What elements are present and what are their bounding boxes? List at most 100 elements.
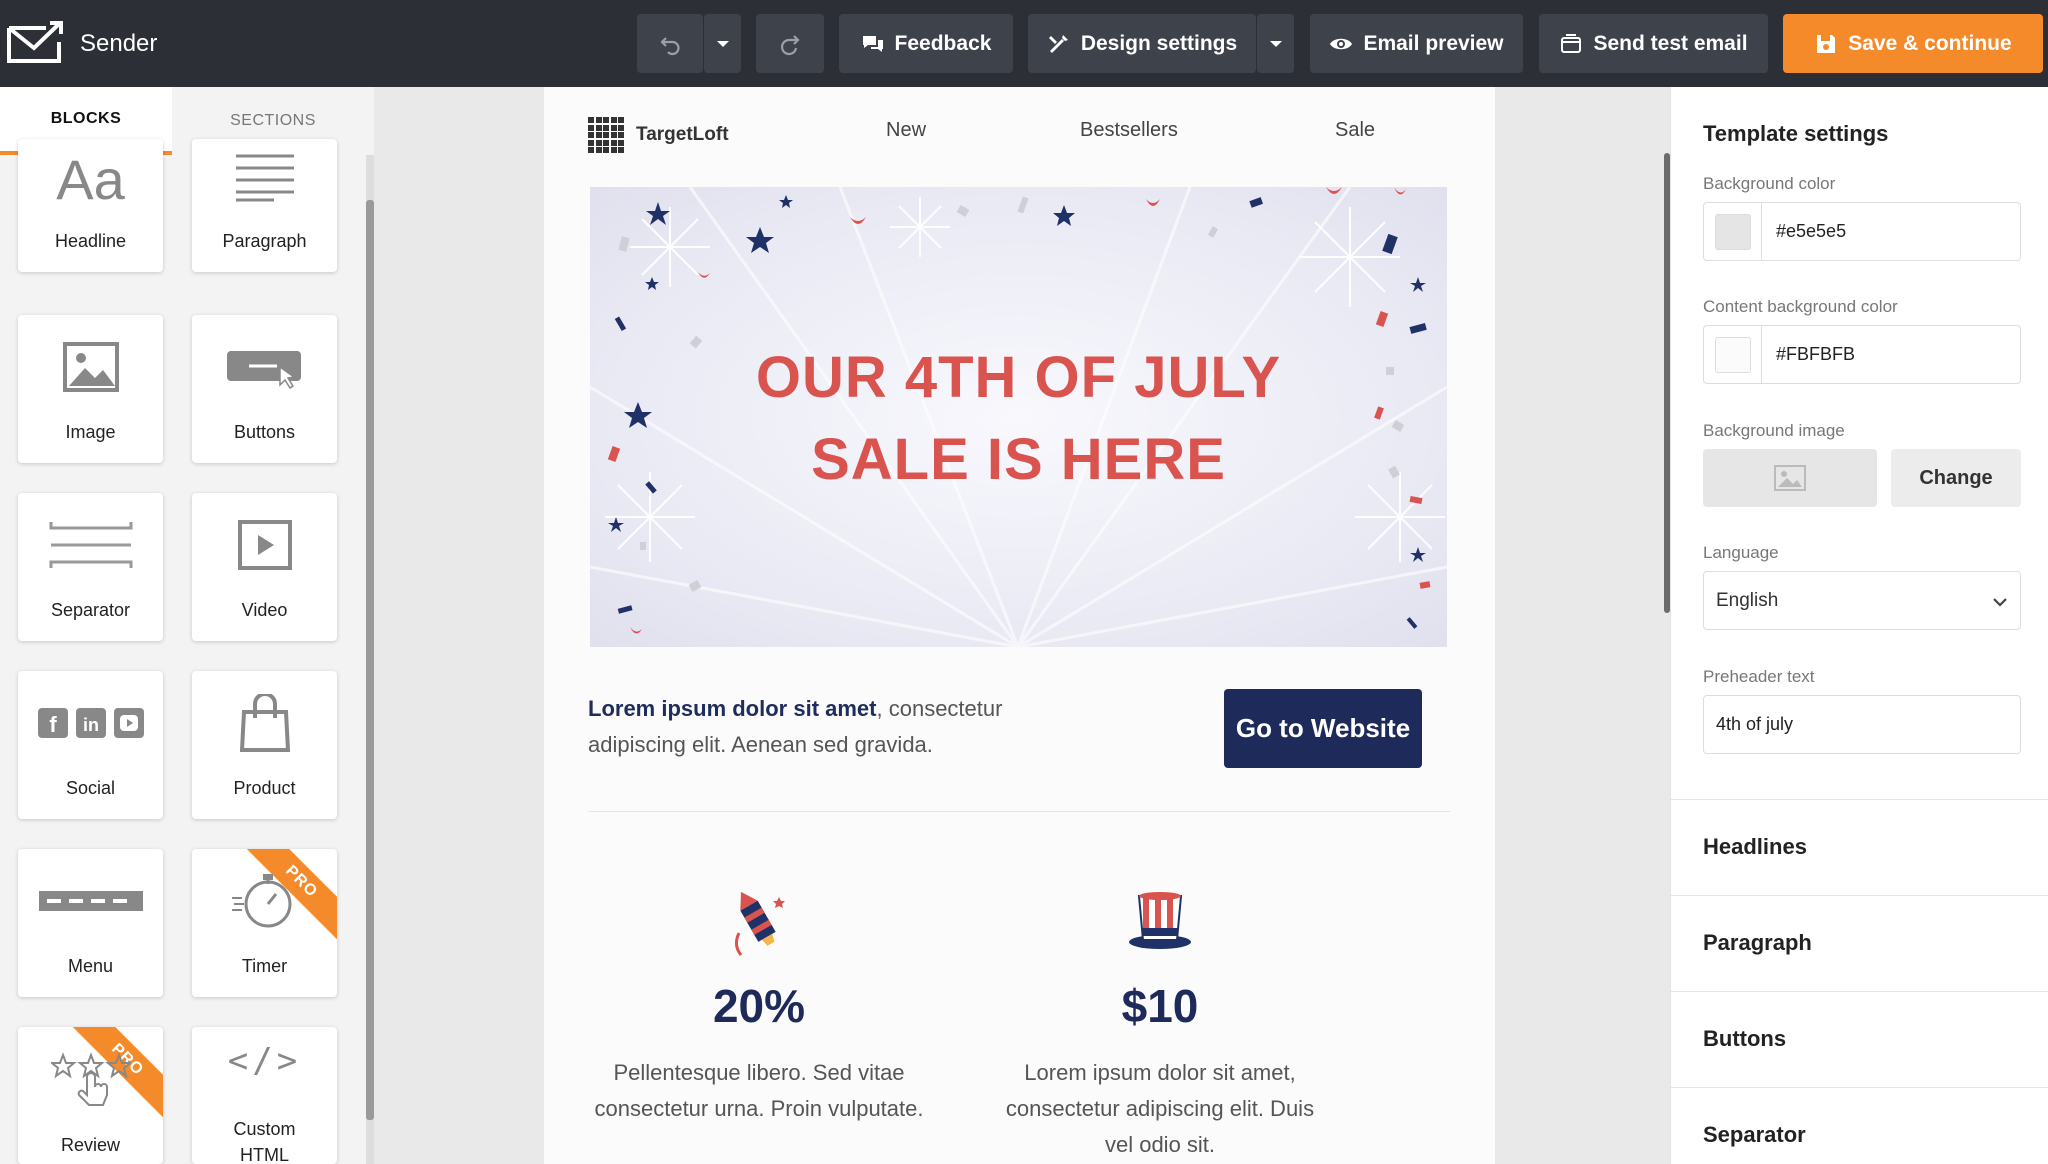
hero-banner[interactable]: OUR 4TH OF JULY SALE IS HERE (590, 187, 1447, 647)
content-bg-color-field[interactable]: #FBFBFB (1703, 325, 2021, 384)
go-to-website-button[interactable]: Go to Website (1224, 689, 1422, 768)
send-test-email-label: Send test email (1593, 31, 1748, 55)
email-template[interactable]: TargetLoft New Bestsellers Sale OUR 4TH … (544, 87, 1495, 1164)
grid-logo-icon (588, 117, 624, 153)
feedback-button[interactable]: Feedback (839, 14, 1013, 73)
change-background-image-button[interactable]: Change (1891, 449, 2021, 507)
background-image-placeholder[interactable] (1703, 449, 1877, 507)
template-settings-panel: Template settings Background color #e5e5… (1670, 87, 2048, 1164)
block-label: Image (65, 422, 116, 442)
block-social[interactable]: f in Social (18, 671, 163, 819)
undo-history-dropdown[interactable] (704, 14, 741, 73)
block-separator[interactable]: Separator (18, 493, 163, 641)
video-icon (192, 515, 337, 575)
redo-button[interactable] (756, 14, 824, 73)
block-timer[interactable]: PRO Timer (192, 849, 337, 997)
undo-icon (660, 36, 680, 55)
hero-title-line-1: OUR 4TH OF JULY (755, 345, 1282, 410)
section-separator[interactable]: Separator (1671, 1087, 2048, 1164)
stars-icon (18, 1049, 163, 1109)
block-label: Review (60, 1135, 121, 1155)
envelope-logo-icon (7, 21, 63, 63)
block-label: Menu (67, 956, 114, 976)
intro-paragraph[interactable]: Lorem ipsum dolor sit amet, consectetur … (588, 691, 1088, 763)
redo-icon (780, 34, 800, 55)
paragraph-icon (192, 147, 337, 207)
preheader-label: Preheader text (1703, 667, 1815, 686)
code-icon: </> (227, 1041, 302, 1081)
background-color-field[interactable]: #e5e5e5 (1703, 202, 2021, 261)
caret-down-icon (716, 40, 729, 47)
feature-savings[interactable]: $10 Lorem ipsum dolor sit amet, consecte… (990, 875, 1330, 1163)
block-review[interactable]: PRO Review (18, 1027, 163, 1164)
section-buttons[interactable]: Buttons (1671, 991, 2048, 1087)
chat-bubbles-icon (862, 35, 883, 52)
block-custom-html[interactable]: </> Custom HTML (192, 1027, 337, 1164)
color-swatch (1714, 213, 1751, 250)
feature-description: Pellentesque libero. Sed vitae consectet… (594, 1060, 924, 1121)
brand-logo: TargetLoft (588, 117, 729, 153)
content-bg-color-value[interactable]: #FBFBFB (1776, 344, 1855, 365)
design-settings-dropdown[interactable] (1257, 14, 1294, 73)
undo-button[interactable] (637, 14, 703, 73)
blocks-scrollbar[interactable] (366, 155, 374, 1164)
block-image[interactable]: Image (18, 315, 163, 463)
block-menu[interactable]: Menu (18, 849, 163, 997)
app-name: Sender (80, 30, 158, 57)
block-buttons[interactable]: Buttons (192, 315, 337, 463)
content-bg-swatch-button[interactable] (1704, 326, 1762, 383)
background-color-value[interactable]: #e5e5e5 (1776, 221, 1846, 242)
color-swatch (1714, 336, 1751, 373)
menu-icon (18, 871, 163, 931)
design-tools-icon (1048, 34, 1068, 53)
app-logo[interactable]: Sender (6, 20, 157, 64)
preheader-input[interactable]: 4th of july (1703, 695, 2021, 754)
language-select[interactable]: English (1703, 571, 2021, 630)
nav-link-sale[interactable]: Sale (1335, 119, 1375, 142)
block-paragraph[interactable]: Paragraph (192, 139, 337, 272)
intro-bold-text: Lorem ipsum dolor sit amet (588, 696, 877, 721)
eye-icon (1330, 38, 1353, 49)
block-video[interactable]: Video (192, 493, 337, 641)
section-title: Buttons (1703, 1026, 1787, 1051)
nav-link-bestsellers[interactable]: Bestsellers (1080, 119, 1178, 142)
hero-title: OUR 4TH OF JULY SALE IS HERE (590, 337, 1447, 501)
save-continue-button[interactable]: Save & continue (1783, 14, 2043, 73)
background-color-swatch-button[interactable] (1704, 203, 1762, 260)
block-label: Buttons (233, 422, 296, 442)
background-color-label: Background color (1703, 174, 1836, 193)
caret-down-icon (1269, 40, 1282, 47)
block-label: Video (241, 600, 288, 620)
template-settings-title: Template settings (1703, 121, 1889, 146)
send-test-email-button[interactable]: Send test email (1539, 14, 1768, 73)
feature-discount[interactable]: 20% Pellentesque libero. Sed vitae conse… (589, 875, 929, 1127)
svg-text:f: f (49, 712, 57, 737)
design-settings-label: Design settings (1080, 31, 1238, 55)
email-preview-button[interactable]: Email preview (1310, 14, 1523, 73)
language-label: Language (1703, 543, 1779, 562)
language-selected-value: English (1716, 589, 1779, 611)
floppy-disk-icon (1817, 34, 1836, 53)
section-paragraph[interactable]: Paragraph (1671, 895, 2048, 991)
block-product[interactable]: Product (192, 671, 337, 819)
block-label: Paragraph (222, 231, 307, 251)
email-preview-label: Email preview (1363, 31, 1504, 55)
feature-description: Lorem ipsum dolor sit amet, consectetur … (1005, 1060, 1315, 1157)
nav-link-new[interactable]: New (886, 119, 926, 142)
content-bg-color-label: Content background color (1703, 297, 1898, 316)
save-continue-label: Save & continue (1848, 31, 2012, 55)
block-headline[interactable]: Aa Headline (18, 139, 163, 272)
block-label: Social (65, 778, 116, 798)
section-headlines[interactable]: Headlines (1671, 799, 2048, 895)
top-bar: Sender Feedback Design settings Email pr… (0, 0, 2048, 87)
email-header[interactable]: TargetLoft New Bestsellers Sale (544, 87, 1495, 187)
design-settings-button[interactable]: Design settings (1028, 14, 1256, 73)
feedback-label: Feedback (894, 31, 992, 55)
chevron-down-icon (1993, 598, 2007, 607)
hero-title-line-2: SALE IS HERE (811, 427, 1226, 492)
stopwatch-icon (192, 871, 337, 931)
headline-icon: Aa (56, 147, 125, 211)
shopping-bag-icon (192, 693, 337, 753)
scrollbar-thumb[interactable] (366, 200, 374, 1120)
brand-name: TargetLoft (636, 124, 729, 145)
